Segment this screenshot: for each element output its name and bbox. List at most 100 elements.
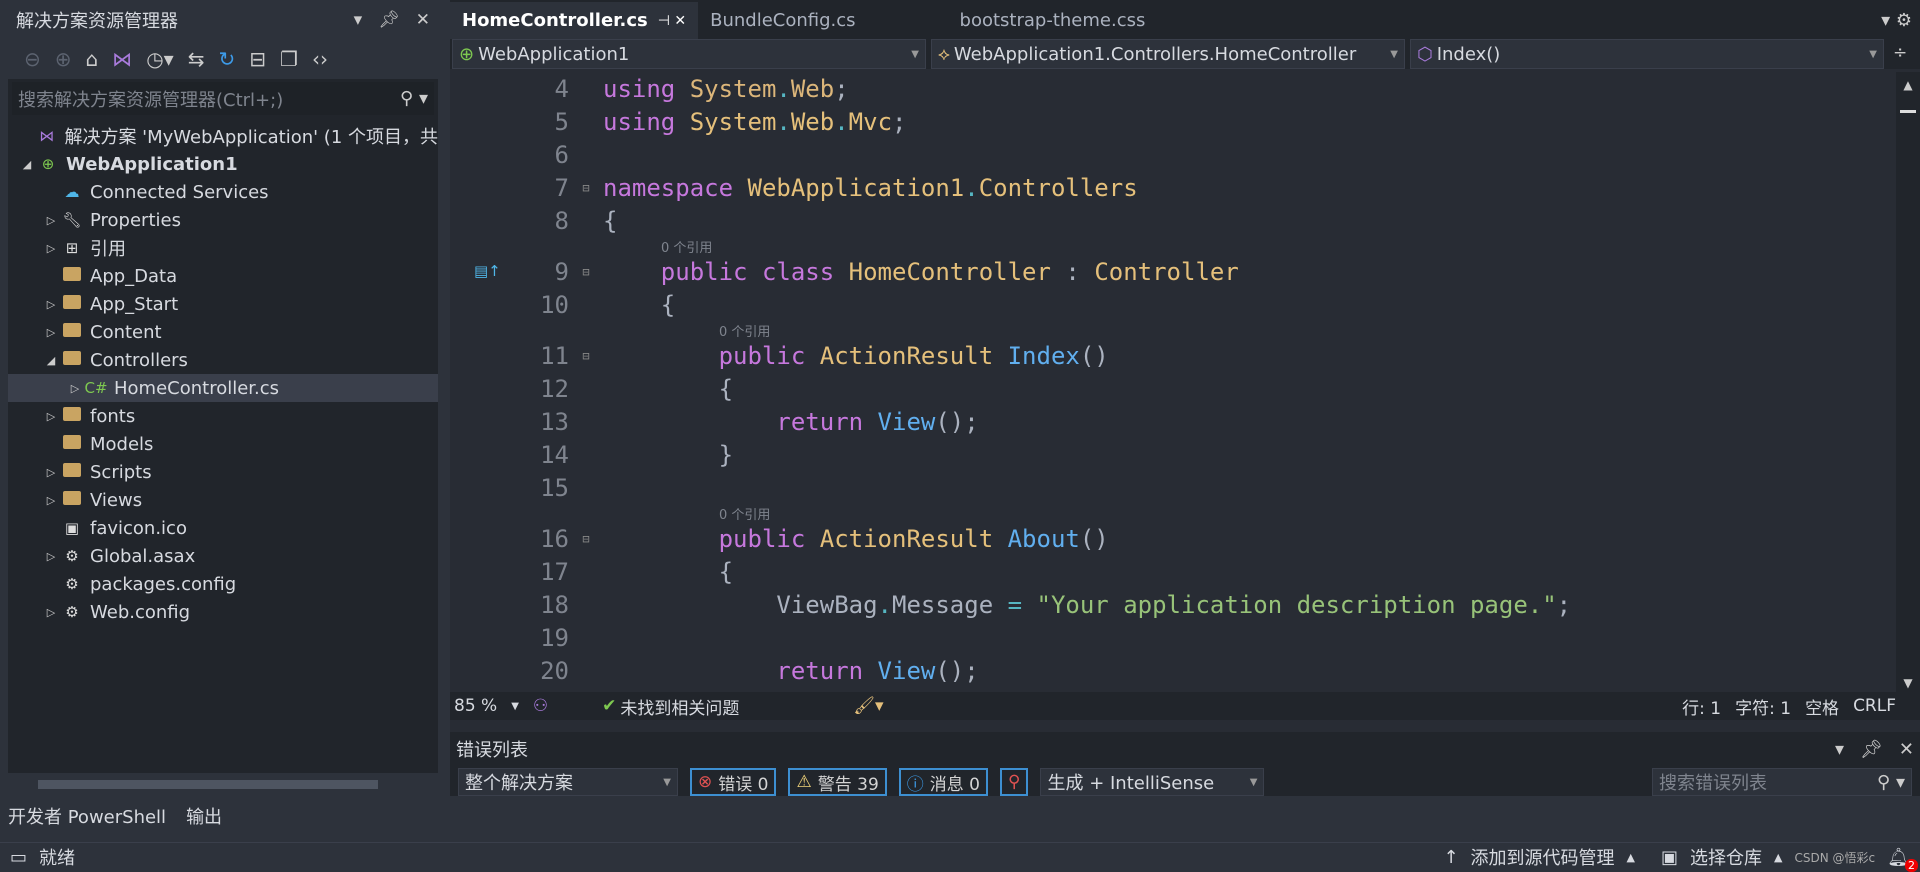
code-line[interactable]: 19 bbox=[450, 621, 1880, 654]
error-search-input[interactable]: 搜索错误列表 ⚲ ▾ bbox=[1652, 768, 1912, 796]
collapse-all-icon[interactable]: ⊟ bbox=[249, 47, 266, 71]
pin-icon[interactable]: 📌︎ bbox=[378, 10, 400, 30]
show-all-files-icon[interactable]: ❐ bbox=[280, 47, 298, 71]
back-icon[interactable]: ⊖ bbox=[24, 47, 41, 71]
pin-icon[interactable]: 📌︎ bbox=[1860, 739, 1883, 760]
tree-item[interactable]: ▷ Content bbox=[8, 318, 438, 346]
code-line[interactable]: 16 ⊟ public ActionResult About() bbox=[450, 522, 1880, 555]
code-line[interactable]: 10 { bbox=[450, 288, 1880, 321]
tree-item[interactable]: ▷ Scripts bbox=[8, 458, 438, 486]
eol-indicator[interactable]: CRLF bbox=[1853, 696, 1896, 716]
search-icon[interactable]: ⚲ ▾ bbox=[1877, 772, 1905, 793]
solution-search-input[interactable]: 搜索解决方案资源管理器(Ctrl+;) ⚲ ▾ bbox=[12, 82, 434, 115]
expand-arrow-icon[interactable]: ▷ bbox=[42, 494, 60, 507]
code-line[interactable]: 11 ⊟ public ActionResult Index() bbox=[450, 339, 1880, 372]
expand-arrow-icon[interactable]: ▷ bbox=[42, 410, 60, 423]
add-source-control-button[interactable]: 添加到源代码管理 bbox=[1471, 844, 1615, 870]
vs-solution-icon[interactable]: ⋈ bbox=[112, 47, 132, 71]
tab-options-icon[interactable]: ▾ ⚙ bbox=[1873, 10, 1920, 39]
tree-item[interactable]: ▣ favicon.ico bbox=[8, 514, 438, 542]
expand-arrow-icon[interactable]: ▷ bbox=[42, 326, 60, 339]
expand-arrow-icon[interactable]: ▷ bbox=[42, 298, 60, 311]
tab-bootstrap-theme-css[interactable]: bootstrap-theme.css bbox=[948, 2, 1158, 39]
dropdown-icon[interactable]: ▾ bbox=[354, 10, 363, 30]
code-line[interactable]: 20 return View (); bbox=[450, 654, 1880, 687]
tree-item[interactable]: Models bbox=[8, 430, 438, 458]
cleanup-icon[interactable]: 🖌︎▾ bbox=[853, 696, 883, 716]
zoom-level[interactable]: 85 % bbox=[454, 696, 497, 716]
intellicode-icon[interactable]: ⚇ bbox=[533, 696, 548, 716]
pending-changes-icon[interactable]: ◷▾ bbox=[146, 47, 174, 71]
code-line[interactable]: 13 return View (); bbox=[450, 405, 1880, 438]
tree-item[interactable]: ▷ Views bbox=[8, 486, 438, 514]
sync-icon[interactable]: ⇆ bbox=[188, 47, 205, 71]
filter-button[interactable]: ⚲ bbox=[1000, 768, 1029, 796]
close-icon[interactable]: ✕ bbox=[1899, 739, 1914, 760]
code-line[interactable]: 5 using System. Web. Mvc; bbox=[450, 105, 1880, 138]
code-line[interactable]: 8{ bbox=[450, 204, 1880, 237]
char-indicator[interactable]: 字符: 1 bbox=[1735, 694, 1791, 719]
split-icon[interactable]: ÷ bbox=[1889, 39, 1911, 69]
tree-item[interactable]: ☁ Connected Services bbox=[8, 178, 438, 206]
expand-arrow-icon[interactable]: ▷ bbox=[42, 214, 60, 227]
fold-toggle-icon[interactable]: ⊟ bbox=[569, 532, 603, 546]
warnings-filter-button[interactable]: ⚠ 警告 39 bbox=[788, 768, 887, 796]
member-dropdown[interactable]: ⬡ Index() ▼ bbox=[1410, 39, 1884, 69]
code-line[interactable]: 9 ⊟ public class HomeController : Control… bbox=[450, 255, 1880, 288]
issues-status[interactable]: 未找到相关问题 bbox=[620, 694, 739, 719]
tab-developer-powershell[interactable]: 开发者 PowerShell bbox=[8, 803, 166, 829]
codelens-references[interactable]: 0 个引用 bbox=[450, 237, 1880, 256]
line-indicator[interactable]: 行: 1 bbox=[1682, 694, 1721, 719]
expand-arrow-icon[interactable]: ▷ bbox=[42, 466, 60, 479]
search-icon[interactable]: ⚲ ▾ bbox=[400, 88, 428, 109]
expand-arrow-icon[interactable]: ◢ bbox=[42, 354, 60, 367]
tree-item[interactable]: App_Data bbox=[8, 262, 438, 290]
tree-item[interactable]: ⋈ 解决方案 'MyWebApplication' (1 个项目，共 bbox=[8, 122, 438, 150]
type-dropdown[interactable]: ⟡ WebApplication1.Controllers.HomeControl… bbox=[931, 39, 1405, 69]
fold-toggle-icon[interactable]: ⊟ bbox=[569, 265, 603, 279]
codelens-references[interactable]: 0 个引用 bbox=[450, 321, 1880, 340]
vertical-scrollbar[interactable]: ▲ ▼ bbox=[1896, 72, 1920, 692]
fold-toggle-icon[interactable]: ⊟ bbox=[569, 349, 603, 363]
messages-filter-button[interactable]: ⓘ 消息 0 bbox=[898, 768, 989, 796]
expand-arrow-icon[interactable]: ▷ bbox=[42, 550, 60, 563]
tree-item[interactable]: ◢ ⊕ WebApplication1 bbox=[8, 150, 438, 178]
tree-item[interactable]: ⚙ packages.config bbox=[8, 570, 438, 598]
forward-icon[interactable]: ⊕ bbox=[55, 47, 72, 71]
tree-item[interactable]: ▷ ⚙ Web.config bbox=[8, 598, 438, 626]
code-line[interactable]: 4 using System. Web; bbox=[450, 72, 1880, 105]
expand-arrow-icon[interactable]: ◢ bbox=[18, 158, 36, 171]
chevron-down-icon[interactable]: ▼ bbox=[511, 701, 519, 712]
project-dropdown[interactable]: ⊕ WebApplication1 ▼ bbox=[452, 39, 926, 69]
tree-item[interactable]: ▷ App_Start bbox=[8, 290, 438, 318]
codelens-references[interactable]: 0 个引用 bbox=[450, 504, 1880, 523]
code-line[interactable]: 15 bbox=[450, 471, 1880, 504]
tree-item[interactable]: ▷ ⚙ Global.asax bbox=[8, 542, 438, 570]
code-line[interactable]: 14 } bbox=[450, 438, 1880, 471]
code-line[interactable]: 7 ⊟ namespace WebApplication1. Controllers bbox=[450, 171, 1880, 204]
tab-output[interactable]: 输出 bbox=[186, 803, 222, 829]
codelens-indicator-icon[interactable]: ▤↑ bbox=[474, 262, 501, 280]
close-icon[interactable]: ✕ bbox=[416, 10, 430, 30]
scope-dropdown[interactable]: 整个解决方案 ▼ bbox=[458, 768, 678, 796]
notifications-icon[interactable]: 🔔︎ 2 bbox=[1887, 847, 1918, 872]
tree-item[interactable]: ▷ C# HomeController.cs bbox=[8, 374, 438, 402]
tab-homecontroller-cs[interactable]: HomeController.cs ⊣ ✕ bbox=[450, 2, 699, 39]
tree-item[interactable]: ▷ 🔧︎ Properties bbox=[8, 206, 438, 234]
fold-toggle-icon[interactable]: ⊟ bbox=[569, 181, 603, 195]
expand-arrow-icon[interactable]: ▷ bbox=[42, 606, 60, 619]
tree-item[interactable]: ▷ ⊞ 引用 bbox=[8, 234, 438, 262]
indent-indicator[interactable]: 空格 bbox=[1805, 694, 1839, 719]
home-icon[interactable]: ⌂ bbox=[86, 47, 99, 71]
tree-item[interactable]: ◢ Controllers bbox=[8, 346, 438, 374]
errors-filter-button[interactable]: ⊗ 错误 0 bbox=[690, 768, 777, 796]
tab-bundleconfig-cs[interactable]: BundleConfig.cs bbox=[698, 2, 867, 39]
code-line[interactable]: 17 { bbox=[450, 555, 1880, 588]
expand-arrow-icon[interactable]: ▷ bbox=[42, 242, 60, 255]
code-view-icon[interactable]: ‹› bbox=[312, 47, 328, 71]
code-line[interactable]: 6 bbox=[450, 138, 1880, 171]
dropdown-icon[interactable]: ▾ bbox=[1835, 739, 1844, 760]
expand-arrow-icon[interactable]: ▷ bbox=[66, 382, 84, 395]
refresh-icon[interactable]: ↻ bbox=[219, 47, 236, 71]
select-repo-button[interactable]: 选择仓库 bbox=[1690, 844, 1762, 870]
